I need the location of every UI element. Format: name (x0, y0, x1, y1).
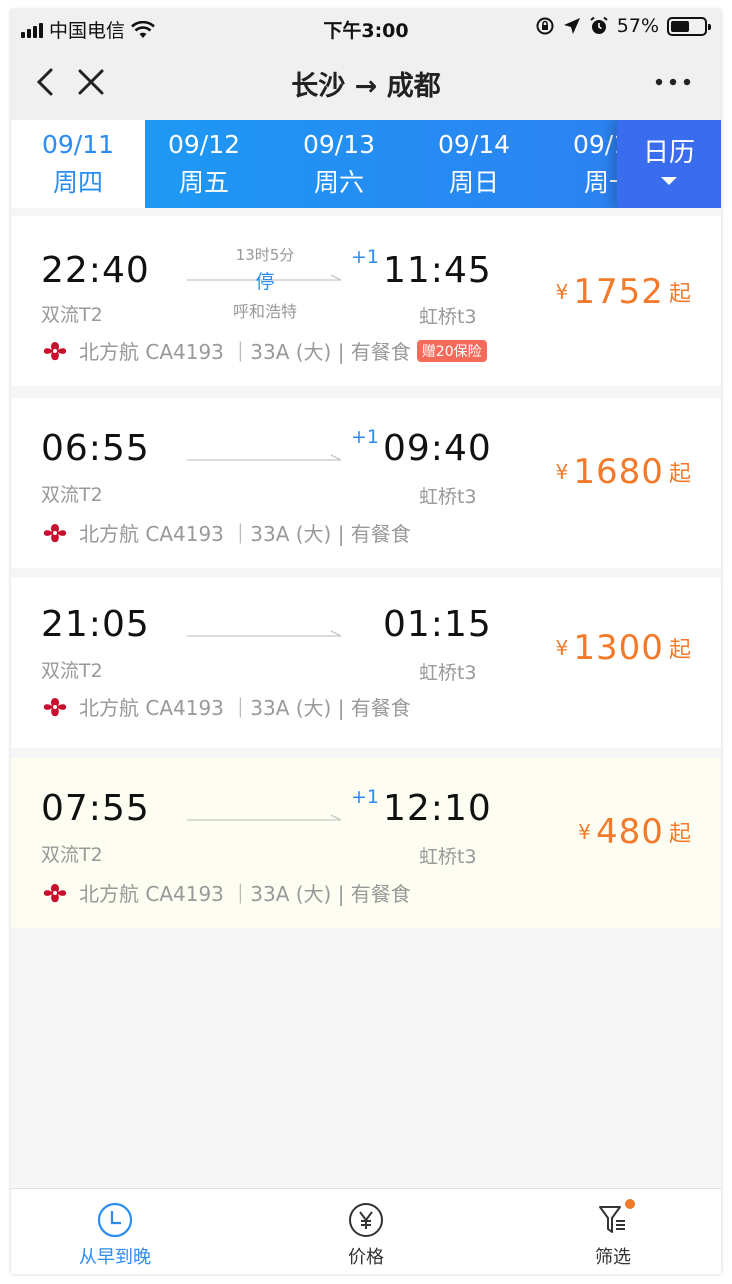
departure-time: 07:55 (41, 788, 150, 829)
status-right: 57% (535, 15, 711, 37)
date-selector: 09/11 周四 09/12 周五 09/13 周六 09/14 周日 09/1… (11, 120, 721, 208)
arrival-airport: 虹桥t3 (419, 486, 477, 508)
calendar-label: 日历 (642, 138, 695, 168)
flight-details: 北方航 CA4193 ｜33A (大) | 有餐食 (79, 882, 411, 906)
rotation-lock-icon (536, 17, 554, 35)
tab-sort-price[interactable]: 价格 (296, 1201, 436, 1269)
flight-info: 北方航 CA4193 ｜33A (大) | 有餐食 赠20保险 (39, 336, 487, 365)
price-amount: 1300 (573, 628, 664, 668)
date-label: 09/14 (437, 130, 511, 159)
page-title: 长沙 → 成都 (291, 71, 441, 102)
departure-time: 06:55 (41, 428, 150, 469)
alarm-icon (590, 16, 608, 34)
next-day-marker: +1 (351, 246, 380, 268)
tab-label: 筛选 (595, 1247, 631, 1268)
tab-filter[interactable]: 筛选 (543, 1199, 683, 1269)
caret-down-icon (661, 177, 677, 185)
phone-screen: 中国电信 下午3:00 57% 长沙 → 成都 09/11 周四 09/12 周… (11, 10, 721, 1274)
flight-details: 北方航 CA4193 ｜33A (大) | 有餐食 (79, 340, 411, 364)
flight-info: 北方航 CA4193 ｜33A (大) | 有餐食 (39, 518, 411, 547)
departure-time: 22:40 (41, 250, 150, 291)
arrival-time: 12:10 (383, 788, 492, 829)
tab-label: 价格 (348, 1247, 384, 1268)
departure-airport: 双流T2 (41, 844, 103, 866)
price-suffix: 起 (668, 822, 691, 847)
airline-logo-icon (43, 697, 67, 716)
insurance-badge: 赠20保险 (416, 339, 487, 362)
flight-info: 北方航 CA4193 ｜33A (大) | 有餐食 (39, 692, 411, 721)
weekday-label: 周五 (178, 168, 229, 197)
next-day-marker: +1 (351, 426, 380, 448)
flight-arrow-icon (187, 630, 342, 637)
weekday-label: 周日 (448, 168, 499, 197)
flight-card[interactable]: 07:55 双流T2 +1 12:10 虹桥t3 ¥ 480 起 北方航 CA4… (11, 758, 721, 928)
price-suffix: 起 (668, 282, 691, 307)
price-amount: 1680 (573, 452, 664, 492)
battery-percent: 57% (616, 15, 659, 37)
price-suffix: 起 (668, 638, 691, 663)
airline-logo-icon (43, 883, 67, 902)
clock-icon (97, 1202, 133, 1238)
tab-sort-time[interactable]: 从早到晚 (45, 1201, 185, 1269)
price: ¥ 480 起 (578, 812, 691, 852)
arrival-time: 01:15 (383, 604, 492, 645)
date-tab-0911[interactable]: 09/11 周四 (11, 120, 145, 208)
price: ¥ 1300 起 (556, 628, 691, 668)
currency-symbol: ¥ (555, 636, 569, 660)
flight-arrow-icon (187, 454, 342, 461)
date-label: 09/13 (302, 130, 376, 159)
notification-dot (625, 1199, 635, 1209)
flight-card[interactable]: 21:05 双流T2 01:15 虹桥t3 ¥ 1300 起 北方航 CA419… (11, 578, 721, 748)
flight-card[interactable]: 06:55 双流T2 +1 09:40 虹桥t3 ¥ 1680 起 北方航 CA… (11, 398, 721, 568)
calendar-button[interactable]: 日历 (617, 120, 721, 208)
nav-bar: 长沙 → 成都 (11, 46, 721, 120)
date-tab-0913[interactable]: 09/13 周六 (272, 120, 406, 208)
date-label: 09/12 (167, 130, 241, 159)
battery-fill (671, 20, 690, 32)
battery-icon (667, 16, 711, 36)
bottom-tab-bar: 从早到晚 价格 筛选 (11, 1188, 721, 1274)
arrival-time: 11:45 (383, 250, 492, 291)
flight-arrow-icon (187, 814, 342, 821)
weekday-label: 周六 (313, 168, 364, 197)
stopover-city: 呼和浩特 (232, 302, 297, 321)
date-tab-0914[interactable]: 09/14 周日 (407, 120, 541, 208)
departure-airport: 双流T2 (41, 304, 103, 326)
next-day-marker: +1 (351, 786, 380, 808)
status-bar: 中国电信 下午3:00 57% (11, 10, 721, 46)
tab-label: 从早到晚 (79, 1247, 151, 1268)
arrival-airport: 虹桥t3 (419, 662, 477, 684)
currency-symbol: ¥ (555, 280, 569, 304)
location-arrow-icon (563, 18, 580, 34)
airline-logo-icon (43, 523, 67, 542)
departure-time: 21:05 (41, 604, 150, 645)
price: ¥ 1680 起 (556, 452, 691, 492)
flight-card[interactable]: 22:40 双流T2 13时5分 停 呼和浩特 +1 11:45 虹桥t3 ¥ … (11, 216, 721, 386)
stopover-tag: 停 (255, 271, 275, 293)
date-tab-0912[interactable]: 09/12 周五 (137, 120, 271, 208)
price-amount: 1752 (573, 272, 664, 312)
date-label: 09/11 (41, 130, 115, 159)
weekday-label: 周四 (52, 168, 103, 197)
yuan-icon (349, 1203, 383, 1237)
price: ¥ 1752 起 (556, 272, 691, 312)
arrival-airport: 虹桥t3 (419, 306, 477, 328)
more-icon[interactable] (653, 72, 693, 92)
departure-airport: 双流T2 (41, 484, 103, 506)
flight-details: 北方航 CA4193 ｜33A (大) | 有餐食 (79, 522, 411, 546)
arrival-airport: 虹桥t3 (419, 846, 477, 868)
arrival-time: 09:40 (383, 428, 492, 469)
price-amount: 480 (595, 812, 664, 852)
flight-duration: 13时5分 (235, 246, 295, 264)
flight-details: 北方航 CA4193 ｜33A (大) | 有餐食 (79, 696, 411, 720)
airline-logo-icon (43, 341, 67, 360)
currency-symbol: ¥ (555, 460, 569, 484)
departure-airport: 双流T2 (41, 660, 103, 682)
price-suffix: 起 (668, 462, 691, 487)
currency-symbol: ¥ (578, 820, 591, 844)
flight-info: 北方航 CA4193 ｜33A (大) | 有餐食 (39, 878, 411, 907)
